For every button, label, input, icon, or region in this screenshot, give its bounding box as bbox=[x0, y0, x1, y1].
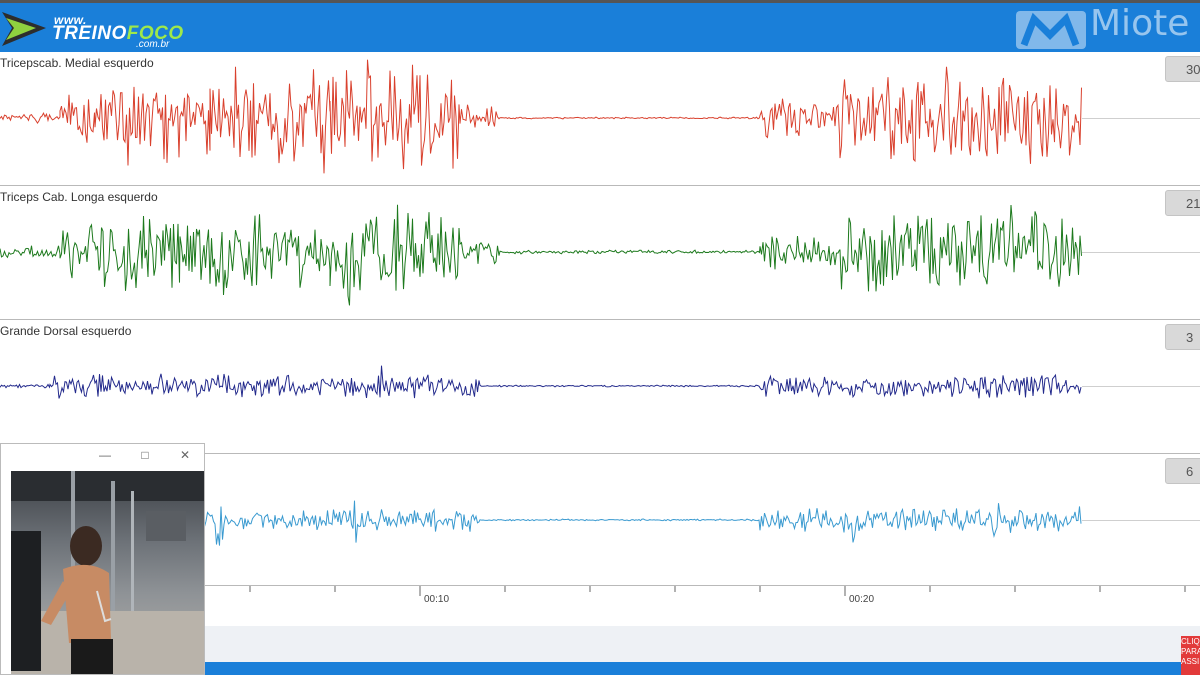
emg-trace bbox=[0, 204, 1082, 306]
emg-channel-2: Triceps Cab. Longa esquerdo 21 bbox=[0, 186, 1200, 320]
channel-label: Tricepscab. Medial esquerdo bbox=[0, 56, 154, 70]
channel-scale-button[interactable]: 21 bbox=[1165, 190, 1200, 216]
time-label: 00:10 bbox=[424, 594, 450, 605]
close-icon[interactable]: ✕ bbox=[175, 446, 195, 464]
channel-scale-button[interactable]: 30 bbox=[1165, 56, 1200, 82]
brand-tld: .com.br bbox=[136, 39, 170, 50]
channel-label: Triceps Cab. Longa esquerdo bbox=[0, 190, 158, 204]
channel-baseline bbox=[1082, 252, 1200, 253]
minimize-icon[interactable]: — bbox=[95, 446, 115, 464]
app-header: www. TREINOFOCO .com.br Miote bbox=[0, 0, 1200, 52]
miotec-logo-text: Miote bbox=[1090, 3, 1190, 44]
subscribe-cta[interactable]: CLIQ PARA ASSI bbox=[1181, 636, 1200, 675]
time-label: 00:20 bbox=[849, 594, 875, 605]
emg-waveform-1 bbox=[0, 59, 1082, 174]
emg-waveform-2 bbox=[0, 204, 1082, 306]
gym-video[interactable] bbox=[11, 471, 204, 674]
brand-name-part1: TREINO bbox=[52, 23, 127, 44]
channel-label: Grande Dorsal esquerdo bbox=[0, 324, 132, 338]
maximize-icon[interactable]: □ bbox=[135, 446, 155, 464]
emg-trace bbox=[199, 500, 1082, 546]
gym-video-image bbox=[11, 471, 204, 674]
window-titlebar[interactable]: — □ ✕ bbox=[1, 444, 204, 466]
emg-trace bbox=[0, 365, 1082, 399]
emg-trace bbox=[0, 59, 1082, 174]
emg-channel-3: Grande Dorsal esquerdo 3 bbox=[0, 320, 1200, 454]
video-window[interactable]: — □ ✕ bbox=[0, 443, 205, 675]
channel-baseline bbox=[1082, 386, 1200, 387]
channel-baseline bbox=[1082, 520, 1200, 521]
channel-baseline bbox=[1082, 118, 1200, 119]
channel-scale-button[interactable]: 6 bbox=[1165, 458, 1200, 484]
channel-scale-button[interactable]: 3 bbox=[1165, 324, 1200, 350]
emg-channel-1: Tricepscab. Medial esquerdo 30 bbox=[0, 52, 1200, 186]
emg-waveform-3 bbox=[0, 365, 1082, 399]
